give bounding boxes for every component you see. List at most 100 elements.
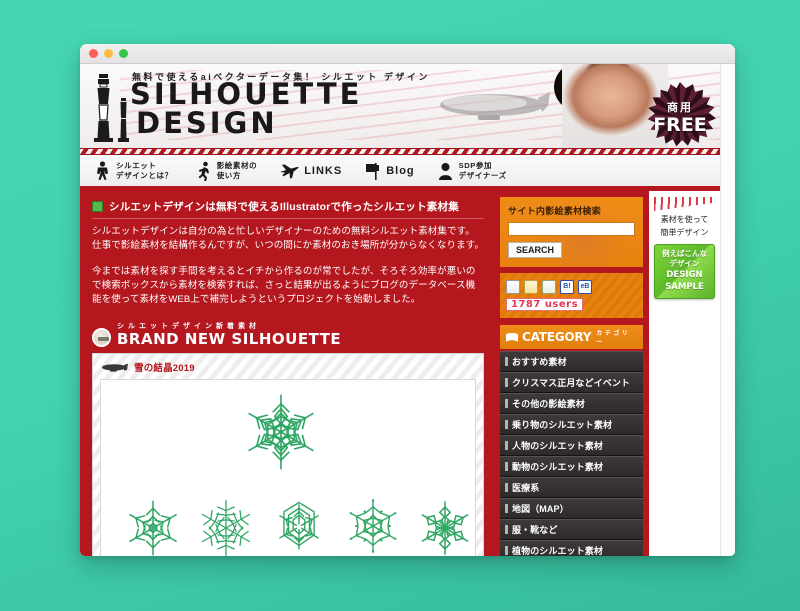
search-button[interactable]: SEARCH [508, 242, 563, 258]
category-item-2[interactable]: その他の影絵素材 [500, 393, 643, 414]
category-item-1[interactable]: クリスマス正月などイベント [500, 372, 643, 393]
category-item-3[interactable]: 乗り物のシルエット素材 [500, 414, 643, 435]
category-list: おすすめ素材 クリスマス正月などイベント その他の影絵素材 乗り物のシルエット素… [500, 349, 643, 556]
hatena-eb-icon[interactable]: eB [578, 280, 592, 294]
lighthouse-icon [94, 74, 129, 142]
airplane-icon [280, 163, 299, 178]
banner-jp-1: 例えばこんな [662, 249, 707, 258]
bullet-icon [505, 504, 508, 513]
brand-new-heading: シルエットデザイン新着素材 BRAND NEW SILHOUETTE [92, 321, 484, 347]
nav-about-line1: シルエット [116, 160, 157, 170]
category-label: 乗り物のシルエット素材 [512, 420, 613, 430]
snowflake-small-5-icon[interactable] [416, 494, 474, 556]
nav-designers-line2: デザイナーズ [458, 170, 507, 180]
nav-designers-line1: SDP参加 [458, 160, 493, 170]
nav-item-links[interactable]: LINKS [279, 161, 342, 181]
search-title: サイト内影絵素材検索 [508, 206, 602, 216]
hatena-b-icon[interactable]: B! [560, 280, 574, 294]
category-item-6[interactable]: 医療系 [500, 477, 643, 498]
category-item-8[interactable]: 服・靴など [500, 519, 643, 540]
nav-item-designers[interactable]: SDP参加 デザイナーズ [437, 161, 507, 181]
site-page: 無料で使えるaiベクターデータ集！ シルエット デザイン SILHOUETTE … [80, 64, 720, 556]
bullet-icon [505, 546, 508, 555]
nav-label-blog: Blog [386, 164, 415, 177]
nav-howto-line2: 使い方 [216, 170, 242, 180]
snowflake-small-4-icon[interactable] [343, 490, 403, 556]
snowflake-large-icon[interactable] [242, 384, 320, 480]
rail-line-2: 簡単デザイン [660, 228, 709, 237]
book-icon [506, 332, 518, 342]
close-button[interactable] [89, 49, 98, 58]
intro-heading: シルエットデザインは無料で使えるIllustratorで作ったシルエット素材集 [92, 199, 484, 219]
page-add-icon[interactable] [542, 280, 556, 294]
article-title-row[interactable]: 雪の結晶2019 [100, 360, 476, 374]
seal-icon [92, 328, 111, 347]
users-count-badge[interactable]: 1787 users [506, 298, 584, 311]
bust-icon [438, 162, 452, 180]
bullet-icon [505, 378, 508, 387]
bullet-icon [505, 525, 508, 534]
category-label: 医療系 [512, 483, 540, 493]
flag-icon [366, 162, 380, 180]
snowflake-small-1-icon[interactable] [124, 494, 182, 556]
category-header: CATEGORY カテゴリー [500, 325, 643, 349]
article-card: 雪の結晶2019 [92, 353, 484, 556]
category-item-4[interactable]: 人物のシルエット素材 [500, 435, 643, 456]
bookmark-icon[interactable] [506, 280, 520, 294]
category-label: おすすめ素材 [512, 357, 567, 367]
nav-label-links: LINKS [304, 164, 343, 177]
minimize-button[interactable] [104, 49, 113, 58]
category-label: 植物のシルエット素材 [512, 546, 604, 556]
bullet-icon [505, 462, 508, 471]
logo-line-2: DESIGN [136, 106, 278, 140]
search-panel: サイト内影絵素材検索 SEARCH [500, 197, 643, 267]
banner-en-2: SAMPLE [665, 282, 704, 292]
rail-line-1: 素材を使って [660, 215, 709, 224]
nav-label-howto: 影絵素材の 使い方 [217, 161, 258, 181]
screen-icon [92, 201, 103, 212]
design-sample-banner[interactable]: 例えばこんな デザイン DESIGN SAMPLE [654, 244, 715, 299]
bullet-icon [505, 441, 508, 450]
bullet-icon [505, 420, 508, 429]
brand-new-text: シルエットデザイン新着素材 BRAND NEW SILHOUETTE [117, 321, 341, 347]
snowflake-gallery [100, 379, 476, 556]
browser-viewport: 無料で使えるaiベクターデータ集！ シルエット デザイン SILHOUETTE … [80, 64, 735, 556]
category-header-en: CATEGORY [522, 330, 592, 344]
intro-paragraph-2: 今までは素材を探す手間を考えるとイチから作るのが常でしたが、そろそろ効率が悪いの… [92, 266, 476, 305]
category-item-0[interactable]: おすすめ素材 [500, 351, 643, 372]
zoom-button[interactable] [119, 49, 128, 58]
nav-item-howto[interactable]: 影絵素材の 使い方 [195, 161, 258, 181]
boy-photo [562, 64, 668, 148]
page-scrollbar[interactable] [720, 64, 735, 556]
category-label: 服・靴など [512, 525, 558, 535]
window-titlebar [80, 44, 735, 64]
runner-silhouette-icon [198, 161, 209, 181]
site-masthead: 無料で使えるaiベクターデータ集！ シルエット デザイン SILHOUETTE … [80, 64, 720, 148]
nav-item-blog[interactable]: Blog [364, 161, 414, 181]
snowflake-small-3-icon[interactable] [270, 494, 328, 556]
category-item-9[interactable]: 植物のシルエット素材 [500, 540, 643, 556]
category-header-jp: カテゴリー [596, 331, 631, 346]
right-rail: 素材を使って 簡単デザイン 例えばこんな デザイン DESIGN SAMPLE [649, 191, 720, 556]
article-title: 雪の結晶2019 [134, 363, 195, 374]
bullet-icon [505, 399, 508, 408]
pencil-bookmark-icon[interactable] [524, 280, 538, 294]
rays-decoration [654, 197, 715, 211]
banner-en-1: DESIGN [666, 270, 703, 280]
nav-about-line2: デザインとは？ [116, 170, 173, 180]
snowflake-small-2-icon[interactable] [197, 494, 255, 556]
social-bookmark-panel: B! eB 1787 users [500, 273, 643, 318]
category-item-7[interactable]: 地図（MAP） [500, 498, 643, 519]
banner-jp-2: デザイン [669, 259, 700, 268]
person-silhouette-icon [97, 160, 108, 180]
category-label: 人物のシルエット素材 [512, 441, 604, 451]
category-label: クリスマス正月などイベント [512, 378, 631, 388]
page-body: シルエットデザインは無料で使えるIllustratorで作ったシルエット素材集 … [80, 191, 720, 556]
category-item-5[interactable]: 動物のシルエット素材 [500, 456, 643, 477]
nav-howto-line1: 影絵素材の [216, 160, 258, 170]
badge-en-label: FREE [653, 114, 707, 136]
main-navigation: シルエット デザインとは？ 影絵素材の 使い方 LINKS Blog SDP参加… [80, 155, 720, 191]
nav-item-about[interactable]: シルエット デザインとは？ [94, 161, 173, 181]
bullet-icon [505, 357, 508, 366]
search-input[interactable] [508, 222, 635, 236]
